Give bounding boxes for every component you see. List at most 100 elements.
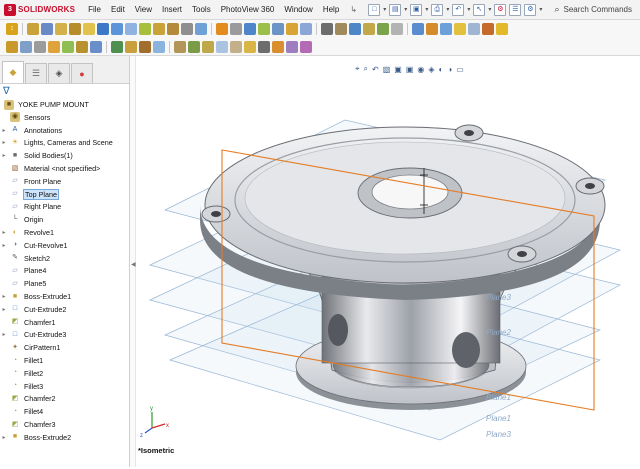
apply-scene-icon[interactable]: ◑ — [447, 65, 452, 74]
zoom-area-icon[interactable]: ⌕ — [364, 64, 368, 74]
rotate-view-icon[interactable] — [426, 23, 438, 35]
undo-icon[interactable]: ↶ — [452, 3, 465, 16]
scale-icon[interactable] — [230, 40, 242, 53]
tree-item[interactable]: ▱ Right Plane — [0, 201, 129, 214]
display-style-icon[interactable] — [440, 23, 452, 35]
mirror-entities-icon[interactable] — [62, 40, 74, 53]
filter-icon[interactable]: ∇ — [3, 86, 10, 97]
expand-arrow-icon[interactable]: ▸ — [0, 242, 8, 249]
new-dropdown-icon[interactable]: ▾ — [383, 6, 386, 13]
options-icon[interactable]: ⚙ — [524, 3, 537, 16]
expand-arrow-icon[interactable]: ▸ — [0, 293, 8, 300]
appearance-icon[interactable] — [454, 23, 466, 35]
tree-item[interactable]: ◩ Chamfer1 — [0, 316, 129, 329]
top-flange[interactable] — [200, 124, 606, 300]
graphics-area[interactable]: Plane3 Plane2 Plane1 Plane1 Plane3 y x z — [137, 56, 640, 467]
tree-item[interactable]: ▸ ◐ Revolve1 — [0, 226, 129, 239]
fillet-tool-icon[interactable] — [139, 23, 151, 35]
photoview-icon[interactable] — [496, 23, 508, 35]
swept-boss-icon[interactable] — [55, 23, 67, 35]
tree-item[interactable]: ▸ ■ Boss-Extrude2 — [0, 431, 129, 444]
expand-arrow-icon[interactable]: ▸ — [0, 152, 8, 159]
plane-label[interactable]: Plane3 — [486, 293, 511, 302]
print-icon[interactable]: ⎙ — [431, 3, 444, 16]
options-dropdown-icon[interactable]: ▾ — [539, 6, 542, 13]
section-view-hud-icon[interactable]: ▧ — [383, 65, 391, 74]
save-dropdown-icon[interactable]: ▾ — [425, 6, 428, 13]
line-tool-icon[interactable] — [230, 23, 242, 35]
menu-window[interactable]: Window — [279, 0, 317, 20]
menu-insert[interactable]: Insert — [157, 0, 187, 20]
revolved-boss-icon[interactable] — [41, 23, 53, 35]
curves-icon[interactable] — [377, 23, 389, 35]
tree-item[interactable]: ◩ Chamfer3 — [0, 418, 129, 431]
tree-item[interactable]: ▸ ■ Solid Bodies(1) — [0, 149, 129, 162]
plane-label[interactable]: Plane1 — [486, 414, 511, 423]
search-commands[interactable]: ⌕ Search Commands — [554, 3, 636, 17]
tree-item[interactable]: ▸ □ Cut-Extrude3 — [0, 329, 129, 342]
display-style-hud-icon[interactable]: ◉ — [417, 65, 424, 74]
dome-icon[interactable] — [216, 40, 228, 53]
mirror-icon[interactable] — [195, 23, 207, 35]
open-icon[interactable]: ▤ — [389, 3, 402, 16]
tree-item[interactable]: ✦ CirPattern1 — [0, 341, 129, 354]
edit-appearance-icon[interactable]: ◐ — [439, 65, 444, 74]
menu-tools[interactable]: Tools — [187, 0, 216, 20]
move-entities-icon[interactable] — [90, 40, 102, 53]
extruded-boss-icon[interactable] — [27, 23, 39, 35]
tree-item[interactable]: ◔ Fillet1 — [0, 354, 129, 367]
tree-item[interactable]: ◔ Fillet2 — [0, 367, 129, 380]
menu-help[interactable]: Help — [318, 0, 344, 20]
arc-tool-icon[interactable] — [258, 23, 270, 35]
shell-icon[interactable] — [181, 23, 193, 35]
plane-label[interactable]: Plane1 — [486, 393, 511, 402]
linear-sketch-pattern-icon[interactable] — [76, 40, 88, 53]
select-icon[interactable]: ↖ — [473, 3, 486, 16]
plane-label[interactable]: Plane2 — [486, 328, 511, 337]
filter-row[interactable]: ∇ — [0, 84, 129, 98]
expand-arrow-icon[interactable]: ▸ — [0, 139, 8, 146]
undo-dropdown-icon[interactable]: ▾ — [467, 6, 470, 13]
tree-item[interactable]: ▧ Material <not specified> — [0, 162, 129, 175]
tree-root[interactable]: ■ YOKE PUMP MOUNT — [0, 98, 129, 111]
offset-entities-icon[interactable] — [48, 40, 60, 53]
display-relations-icon[interactable] — [111, 40, 123, 53]
pin-menu-icon[interactable]: ↳ — [350, 5, 360, 15]
helix-icon[interactable] — [272, 40, 284, 53]
boundary-boss-icon[interactable] — [83, 23, 95, 35]
expand-arrow-icon[interactable]: ▸ — [0, 306, 8, 313]
rebuild-icon[interactable]: ⚙ — [494, 3, 507, 16]
collapse-panel-icon[interactable]: ◀ — [131, 261, 136, 268]
zoom-fit-icon[interactable] — [412, 23, 424, 35]
trim-entities-icon[interactable] — [20, 40, 32, 53]
intersect-icon[interactable] — [188, 40, 200, 53]
tab-display-manager[interactable]: ● — [71, 63, 93, 83]
curve-through-points-icon[interactable] — [300, 40, 312, 53]
quick-snaps-icon[interactable] — [139, 40, 151, 53]
wrap-icon[interactable] — [174, 40, 186, 53]
lofted-boss-icon[interactable] — [69, 23, 81, 35]
tree-item[interactable]: ✎ Sketch2 — [0, 252, 129, 265]
view-settings-icon[interactable]: ▭ — [456, 65, 464, 74]
scene-icon[interactable] — [468, 23, 480, 35]
menu-view[interactable]: View — [130, 0, 157, 20]
tree-item[interactable]: ▱ Front Plane — [0, 175, 129, 188]
spline-tool-icon[interactable] — [272, 23, 284, 35]
repair-sketch-icon[interactable] — [125, 40, 137, 53]
composite-curve-icon[interactable] — [286, 40, 298, 53]
hide-show-items-icon[interactable]: ◈ — [428, 65, 434, 74]
section-view-icon[interactable] — [349, 23, 361, 35]
expand-arrow-icon[interactable]: ▸ — [0, 331, 8, 338]
draft-icon[interactable] — [202, 40, 214, 53]
previous-view-icon[interactable]: ↶ — [372, 65, 379, 74]
tree-item[interactable]: ▱ Plane5 — [0, 277, 129, 290]
hole-wizard-icon[interactable] — [111, 23, 123, 35]
menu-edit[interactable]: Edit — [106, 0, 130, 20]
circle-tool-icon[interactable] — [244, 23, 256, 35]
print-dropdown-icon[interactable]: ▾ — [446, 6, 449, 13]
smart-dimension-icon[interactable]: ↕ — [6, 23, 18, 35]
menu-file[interactable]: File — [83, 0, 106, 20]
tree-item[interactable]: ▸ □ Cut-Extrude2 — [0, 303, 129, 316]
tree-item[interactable]: ▸ ☀ Lights, Cameras and Scene — [0, 137, 129, 150]
tree-item[interactable]: ◔ Fillet3 — [0, 380, 129, 393]
